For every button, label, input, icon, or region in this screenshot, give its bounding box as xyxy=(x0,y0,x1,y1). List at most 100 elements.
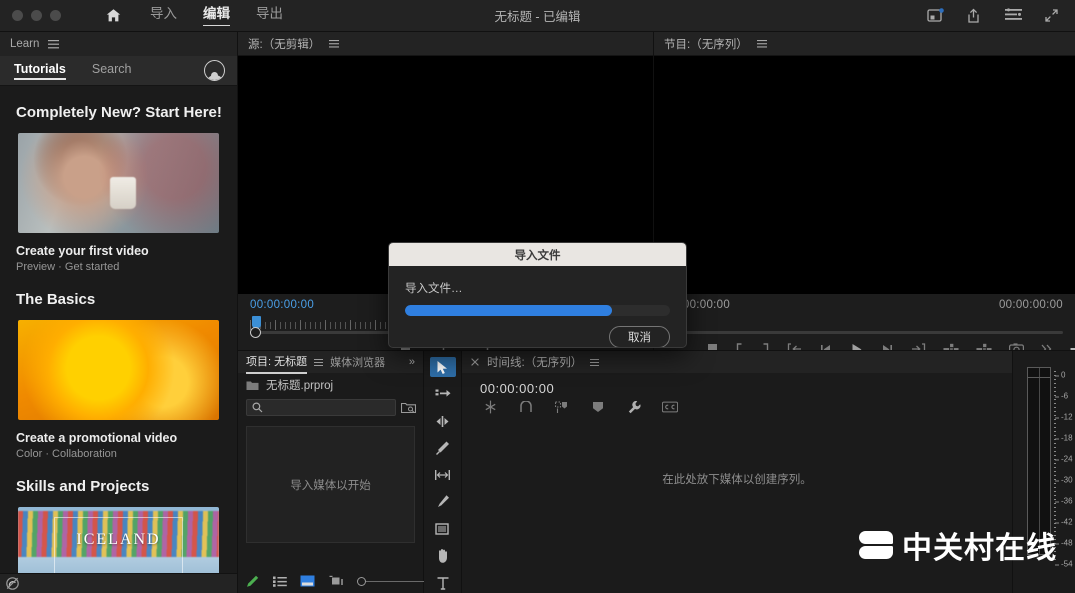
source-scrub-knob[interactable] xyxy=(250,327,261,338)
ripple-edit-tool[interactable] xyxy=(430,411,456,431)
dialog-button-row: 取消 xyxy=(389,316,686,348)
progress-bar-fill xyxy=(405,305,612,316)
hamburger-icon[interactable] xyxy=(48,40,59,49)
tab-project[interactable]: 项目: 无标题 xyxy=(246,353,307,372)
project-panel: 项目: 无标题 媒体浏览器 » 无标题.prproj xyxy=(238,350,424,593)
project-file-name: 无标题.prproj xyxy=(266,377,333,393)
meter-label-30: -30 xyxy=(1061,476,1073,485)
search-field[interactable] xyxy=(263,402,395,413)
tutorial-thumbnail-promo-video[interactable] xyxy=(18,320,219,420)
audio-meter[interactable]: 0 -6 -12 -18 -24 -30 -36 -42 -48 -54 xyxy=(1027,367,1051,555)
audio-meter-channels xyxy=(1027,367,1051,555)
dialog-body: 导入文件… xyxy=(389,266,686,316)
selection-tool[interactable] xyxy=(430,357,456,377)
linked-selection-icon[interactable] xyxy=(518,400,534,414)
account-avatar-icon[interactable] xyxy=(204,60,225,81)
nav-tab-edit[interactable]: 编辑 xyxy=(203,6,230,25)
razor-tool[interactable] xyxy=(430,438,456,458)
creative-cloud-icon[interactable] xyxy=(6,577,19,590)
title-bar-icons xyxy=(927,0,1061,32)
learn-panel-content: Completely New? Start Here! Create your … xyxy=(0,86,237,593)
zoom-slider-handle[interactable] xyxy=(357,577,366,586)
tutorial-thumbnail-first-video[interactable] xyxy=(18,133,219,233)
double-chevron-right-icon[interactable]: » xyxy=(409,356,415,368)
hamburger-icon[interactable] xyxy=(314,359,323,366)
project-empty-message: 导入媒体以开始 xyxy=(290,477,371,493)
iceland-image-text: ICELAND xyxy=(18,531,219,549)
new-bin-icon[interactable] xyxy=(401,402,416,414)
learn-panel-label: Learn xyxy=(10,38,39,50)
timeline-tool-row xyxy=(462,400,1012,414)
slip-tool[interactable] xyxy=(430,465,456,485)
fullscreen-icon[interactable] xyxy=(1044,8,1061,25)
program-monitor-timecode-right[interactable]: 00:00:00:00 xyxy=(999,299,1063,311)
home-icon[interactable] xyxy=(105,7,122,24)
meter-label-12: -12 xyxy=(1061,413,1073,422)
marker-icon[interactable] xyxy=(590,400,606,414)
timeline-timecode[interactable]: 00:00:00:00 xyxy=(462,373,1012,400)
tutorial-title-promo-video[interactable]: Create a promotional video xyxy=(0,420,237,448)
project-panel-footer xyxy=(238,569,424,593)
folder-icon xyxy=(246,380,259,391)
close-icon[interactable] xyxy=(471,358,479,366)
close-window-button[interactable] xyxy=(12,10,23,21)
meter-label-0: 0 xyxy=(1061,371,1065,380)
hamburger-icon[interactable] xyxy=(590,359,599,366)
snap-off-icon[interactable] xyxy=(482,400,498,414)
captions-icon[interactable] xyxy=(662,400,678,414)
list-menu-icon[interactable] xyxy=(1005,8,1022,25)
nav-tab-export[interactable]: 导出 xyxy=(256,6,283,25)
project-file-row[interactable]: 无标题.prproj xyxy=(238,373,423,397)
workspace-icon[interactable] xyxy=(927,8,944,25)
progress-bar-track xyxy=(405,305,670,316)
section-title-start-here: Completely New? Start Here! xyxy=(0,86,237,133)
learn-panel-header: Learn xyxy=(0,32,237,56)
meter-label-54: -54 xyxy=(1061,560,1073,569)
pen-tool[interactable] xyxy=(430,492,456,512)
tab-search[interactable]: Search xyxy=(92,62,132,80)
project-bin-empty-area[interactable]: 导入媒体以开始 xyxy=(246,426,415,543)
timeline-empty-message: 在此处放下媒体以创建序列。 xyxy=(462,471,1012,487)
freeform-view-icon[interactable] xyxy=(246,574,260,588)
creative-cloud-status-bar xyxy=(0,573,238,593)
wrench-settings-icon[interactable] xyxy=(626,400,642,414)
rectangle-tool[interactable] xyxy=(430,519,456,539)
timeline-panel-header: 时间线:（无序列） xyxy=(462,351,1012,373)
hamburger-icon[interactable] xyxy=(757,40,767,48)
section-title-skills-projects: Skills and Projects xyxy=(0,460,237,507)
meter-label-42: -42 xyxy=(1061,518,1073,527)
program-scrub-track[interactable] xyxy=(666,331,1063,334)
learn-panel-tabs: Tutorials Search xyxy=(0,56,237,86)
source-monitor-title[interactable]: 源:（无剪辑） xyxy=(248,36,320,52)
cancel-button[interactable]: 取消 xyxy=(609,326,670,348)
tutorial-title-first-video[interactable]: Create your first video xyxy=(0,233,237,261)
track-select-forward-tool[interactable] xyxy=(430,384,456,404)
search-input[interactable] xyxy=(246,399,396,416)
maximize-window-button[interactable] xyxy=(50,10,61,21)
meter-label-48: -48 xyxy=(1061,539,1073,548)
hand-tool[interactable] xyxy=(430,546,456,566)
dialog-message: 导入文件… xyxy=(405,280,670,296)
zoom-slider-track[interactable] xyxy=(366,581,424,582)
learn-panel: Learn Tutorials Search Completely New? S… xyxy=(0,32,238,593)
program-monitor-viewport[interactable] xyxy=(654,56,1075,294)
share-icon[interactable] xyxy=(966,8,983,25)
zoom-slider[interactable] xyxy=(357,577,424,586)
tab-tutorials[interactable]: Tutorials xyxy=(14,62,66,80)
program-monitor-header: 节目:（无序列） xyxy=(654,32,1075,56)
type-tool[interactable] xyxy=(430,573,456,593)
minimize-window-button[interactable] xyxy=(31,10,42,21)
marker-add-icon[interactable] xyxy=(554,400,570,414)
list-view-icon[interactable] xyxy=(273,576,287,587)
timeline-title[interactable]: 时间线:（无序列） xyxy=(487,354,582,370)
program-monitor-title[interactable]: 节目:（无序列） xyxy=(664,36,748,52)
window-traffic-lights xyxy=(0,10,61,21)
source-monitor-timecode[interactable]: 00:00:00:00 xyxy=(250,299,314,311)
hamburger-icon[interactable] xyxy=(329,40,339,48)
nav-tab-import[interactable]: 导入 xyxy=(150,6,177,25)
tab-media-browser[interactable]: 媒体浏览器 xyxy=(330,354,385,370)
icon-view-icon[interactable] xyxy=(300,575,315,587)
program-monitor-scrub-bar[interactable] xyxy=(662,316,1067,334)
meter-label-36: -36 xyxy=(1061,497,1073,506)
sort-icon[interactable] xyxy=(328,575,344,587)
